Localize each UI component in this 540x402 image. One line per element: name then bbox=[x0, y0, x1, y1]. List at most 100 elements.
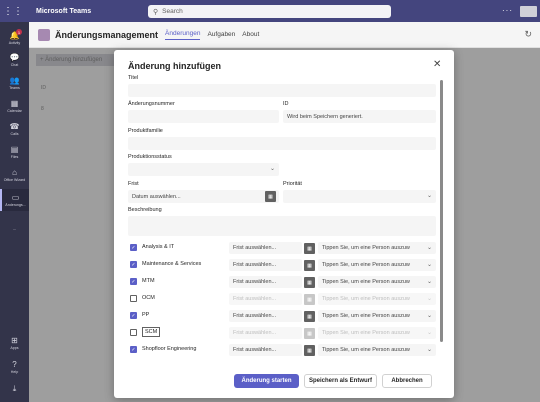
calendar-icon: ▦ bbox=[10, 99, 19, 108]
label-beschreibung: Beschreibung bbox=[128, 207, 162, 213]
department-frist-input[interactable]: Frist auswählen... bbox=[229, 344, 302, 356]
department-person-picker[interactable]: Tippen Sie, um eine Person auszuw ⌄ bbox=[318, 310, 436, 322]
department-person-picker[interactable]: Tippen Sie, um eine Person auszuw ⌄ bbox=[318, 242, 436, 254]
calendar-icon[interactable]: ▦ bbox=[304, 260, 315, 271]
calendar-icon[interactable]: ▦ bbox=[304, 311, 315, 322]
prioritaet-dropdown[interactable]: ⌄ bbox=[283, 190, 436, 203]
beschreibung-textarea[interactable] bbox=[128, 216, 436, 236]
app-logo bbox=[38, 28, 50, 41]
rail-item-0[interactable]: 🔔 Activity 1 bbox=[0, 27, 29, 49]
start-change-button[interactable]: Änderung starten bbox=[234, 374, 299, 388]
frist-date-input[interactable]: Datum auswählen... bbox=[128, 190, 279, 203]
department-checkbox[interactable]: ✓ bbox=[130, 278, 137, 285]
department-person-picker[interactable]: Tippen Sie, um eine Person auszuw ⌄ bbox=[318, 344, 436, 356]
label-nummer: Änderungsnummer bbox=[128, 101, 175, 107]
more-options-icon[interactable]: ··· bbox=[502, 6, 513, 15]
rail-item-11[interactable]: ⤓ bbox=[0, 378, 29, 400]
calendar-icon[interactable]: ▦ bbox=[304, 345, 315, 356]
department-frist-input[interactable]: Frist auswählen... bbox=[229, 259, 302, 271]
label-id: ID bbox=[283, 101, 289, 107]
department-checkbox[interactable]: ✓ bbox=[130, 261, 137, 268]
calendar-icon: ▦ bbox=[304, 328, 315, 339]
id-field: Wird beim Speichern generiert. bbox=[283, 110, 436, 123]
department-person-picker[interactable]: Tippen Sie, um eine Person auszuw ⌄ bbox=[318, 276, 436, 288]
rail-item-7[interactable]: ▭ Änderungs... bbox=[0, 189, 29, 211]
produktfamilie-input[interactable] bbox=[128, 137, 436, 150]
department-label: Shopfloor Engineering bbox=[142, 346, 197, 352]
label-prioritaet: Priorität bbox=[283, 181, 302, 187]
search-input[interactable]: ⚲ Search bbox=[148, 5, 391, 18]
cancel-button[interactable]: Abbrechen bbox=[382, 374, 432, 388]
home-icon: ⌂ bbox=[12, 168, 17, 177]
apps-icon: ⊞ bbox=[11, 336, 18, 345]
help-icon: ? bbox=[12, 360, 17, 369]
chevron-down-icon: ⌄ bbox=[426, 313, 432, 319]
teams-icon: 👥 bbox=[9, 76, 20, 85]
tab-aufgaben[interactable]: Aufgaben bbox=[207, 31, 235, 38]
left-rail: 🔔 Activity 1 💬 Chat 👥 Teams ▦ Calendar ☎ Calls ▤ Fil… bbox=[0, 22, 29, 402]
rail-item-6[interactable]: ⌂ Office Wizard bbox=[0, 164, 29, 186]
app-launcher-icon[interactable]: ⋮⋮ bbox=[0, 0, 26, 22]
tab-aenderungen[interactable]: Änderungen bbox=[165, 30, 201, 40]
rail-item-1[interactable]: 💬 Chat bbox=[0, 49, 29, 71]
calendar-icon[interactable]: ▦ bbox=[304, 243, 315, 254]
rail-item-4[interactable]: ☎ Calls bbox=[0, 118, 29, 140]
department-checkbox[interactable] bbox=[130, 295, 137, 302]
chevron-down-icon: ⌄ bbox=[426, 245, 432, 251]
chevron-down-icon: ⌄ bbox=[426, 193, 432, 199]
refresh-icon[interactable]: ↻ bbox=[524, 29, 532, 40]
chevron-down-icon: ⌄ bbox=[426, 296, 432, 302]
rail-item-5[interactable]: ▤ Files bbox=[0, 141, 29, 163]
rail-item-3[interactable]: ▦ Calendar bbox=[0, 95, 29, 117]
calendar-icon[interactable]: ▦ bbox=[265, 191, 276, 202]
calendar-icon[interactable]: ▦ bbox=[304, 277, 315, 288]
app-icon: ▭ bbox=[11, 193, 20, 202]
label-titel: Titel bbox=[128, 75, 139, 81]
rail-label: Änderungs... bbox=[5, 203, 26, 207]
department-person-picker[interactable]: Tippen Sie, um eine Person auszuw ⌄ bbox=[318, 259, 436, 271]
chevron-down-icon: ⌄ bbox=[426, 347, 432, 353]
search-icon: ⚲ bbox=[153, 8, 159, 16]
add-change-dialog: Änderung hinzufügen ✕ Titel Änderungsnum… bbox=[114, 50, 454, 398]
rail-item-8[interactable]: ··· bbox=[0, 218, 29, 240]
chevron-down-icon: ⌄ bbox=[426, 279, 432, 285]
label-status: Produktionsstatus bbox=[128, 154, 172, 160]
rail-label: Calls bbox=[10, 132, 19, 136]
scrollbar-thumb[interactable] bbox=[440, 80, 443, 342]
department-frist-input[interactable]: Frist auswählen... bbox=[229, 310, 302, 322]
close-icon[interactable]: ✕ bbox=[433, 59, 441, 70]
department-frist-input[interactable]: Frist auswählen... bbox=[229, 276, 302, 288]
save-draft-button[interactable]: Speichern als Entwurf bbox=[304, 374, 377, 388]
department-checkbox[interactable]: ✓ bbox=[130, 312, 137, 319]
app-title: Microsoft Teams bbox=[36, 7, 92, 15]
department-frist-input: Frist auswählen... bbox=[229, 293, 302, 305]
rail-item-2[interactable]: 👥 Teams bbox=[0, 72, 29, 94]
date-placeholder: Datum auswählen... bbox=[132, 193, 181, 200]
dialog-title: Änderung hinzufügen bbox=[128, 61, 221, 71]
chat-icon: 💬 bbox=[9, 53, 20, 62]
person-placeholder: Tippen Sie, um eine Person auszuw bbox=[322, 245, 410, 251]
rail-item-9[interactable]: ⊞ Apps bbox=[0, 332, 29, 354]
calendar-icon: ▦ bbox=[304, 294, 315, 305]
titel-input[interactable] bbox=[128, 84, 436, 97]
rail-item-10[interactable]: ? Help bbox=[0, 356, 29, 378]
file-icon: ▤ bbox=[10, 145, 19, 154]
person-placeholder: Tippen Sie, um eine Person auszuw bbox=[322, 330, 410, 336]
app-name: Änderungsmanagement bbox=[55, 29, 159, 40]
department-checkbox[interactable] bbox=[130, 329, 137, 336]
department-checkbox[interactable]: ✓ bbox=[130, 346, 137, 353]
label-produktfamilie: Produktfamilie bbox=[128, 128, 163, 134]
nummer-input[interactable] bbox=[128, 110, 279, 123]
id-value: Wird beim Speichern generiert. bbox=[287, 113, 363, 120]
avatar[interactable] bbox=[520, 6, 537, 17]
department-label: MTM bbox=[142, 278, 155, 284]
department-checkbox[interactable]: ✓ bbox=[130, 244, 137, 251]
rail-label: Calendar bbox=[7, 109, 22, 113]
tab-about[interactable]: About bbox=[242, 31, 259, 38]
phone-icon: ☎ bbox=[9, 122, 20, 131]
department-label: PP bbox=[142, 312, 150, 318]
status-dropdown[interactable]: ⌄ bbox=[128, 163, 279, 176]
department-frist-input[interactable]: Frist auswählen... bbox=[229, 242, 302, 254]
scrollbar[interactable] bbox=[440, 80, 443, 344]
department-label: Maintenance & Services bbox=[142, 261, 202, 267]
